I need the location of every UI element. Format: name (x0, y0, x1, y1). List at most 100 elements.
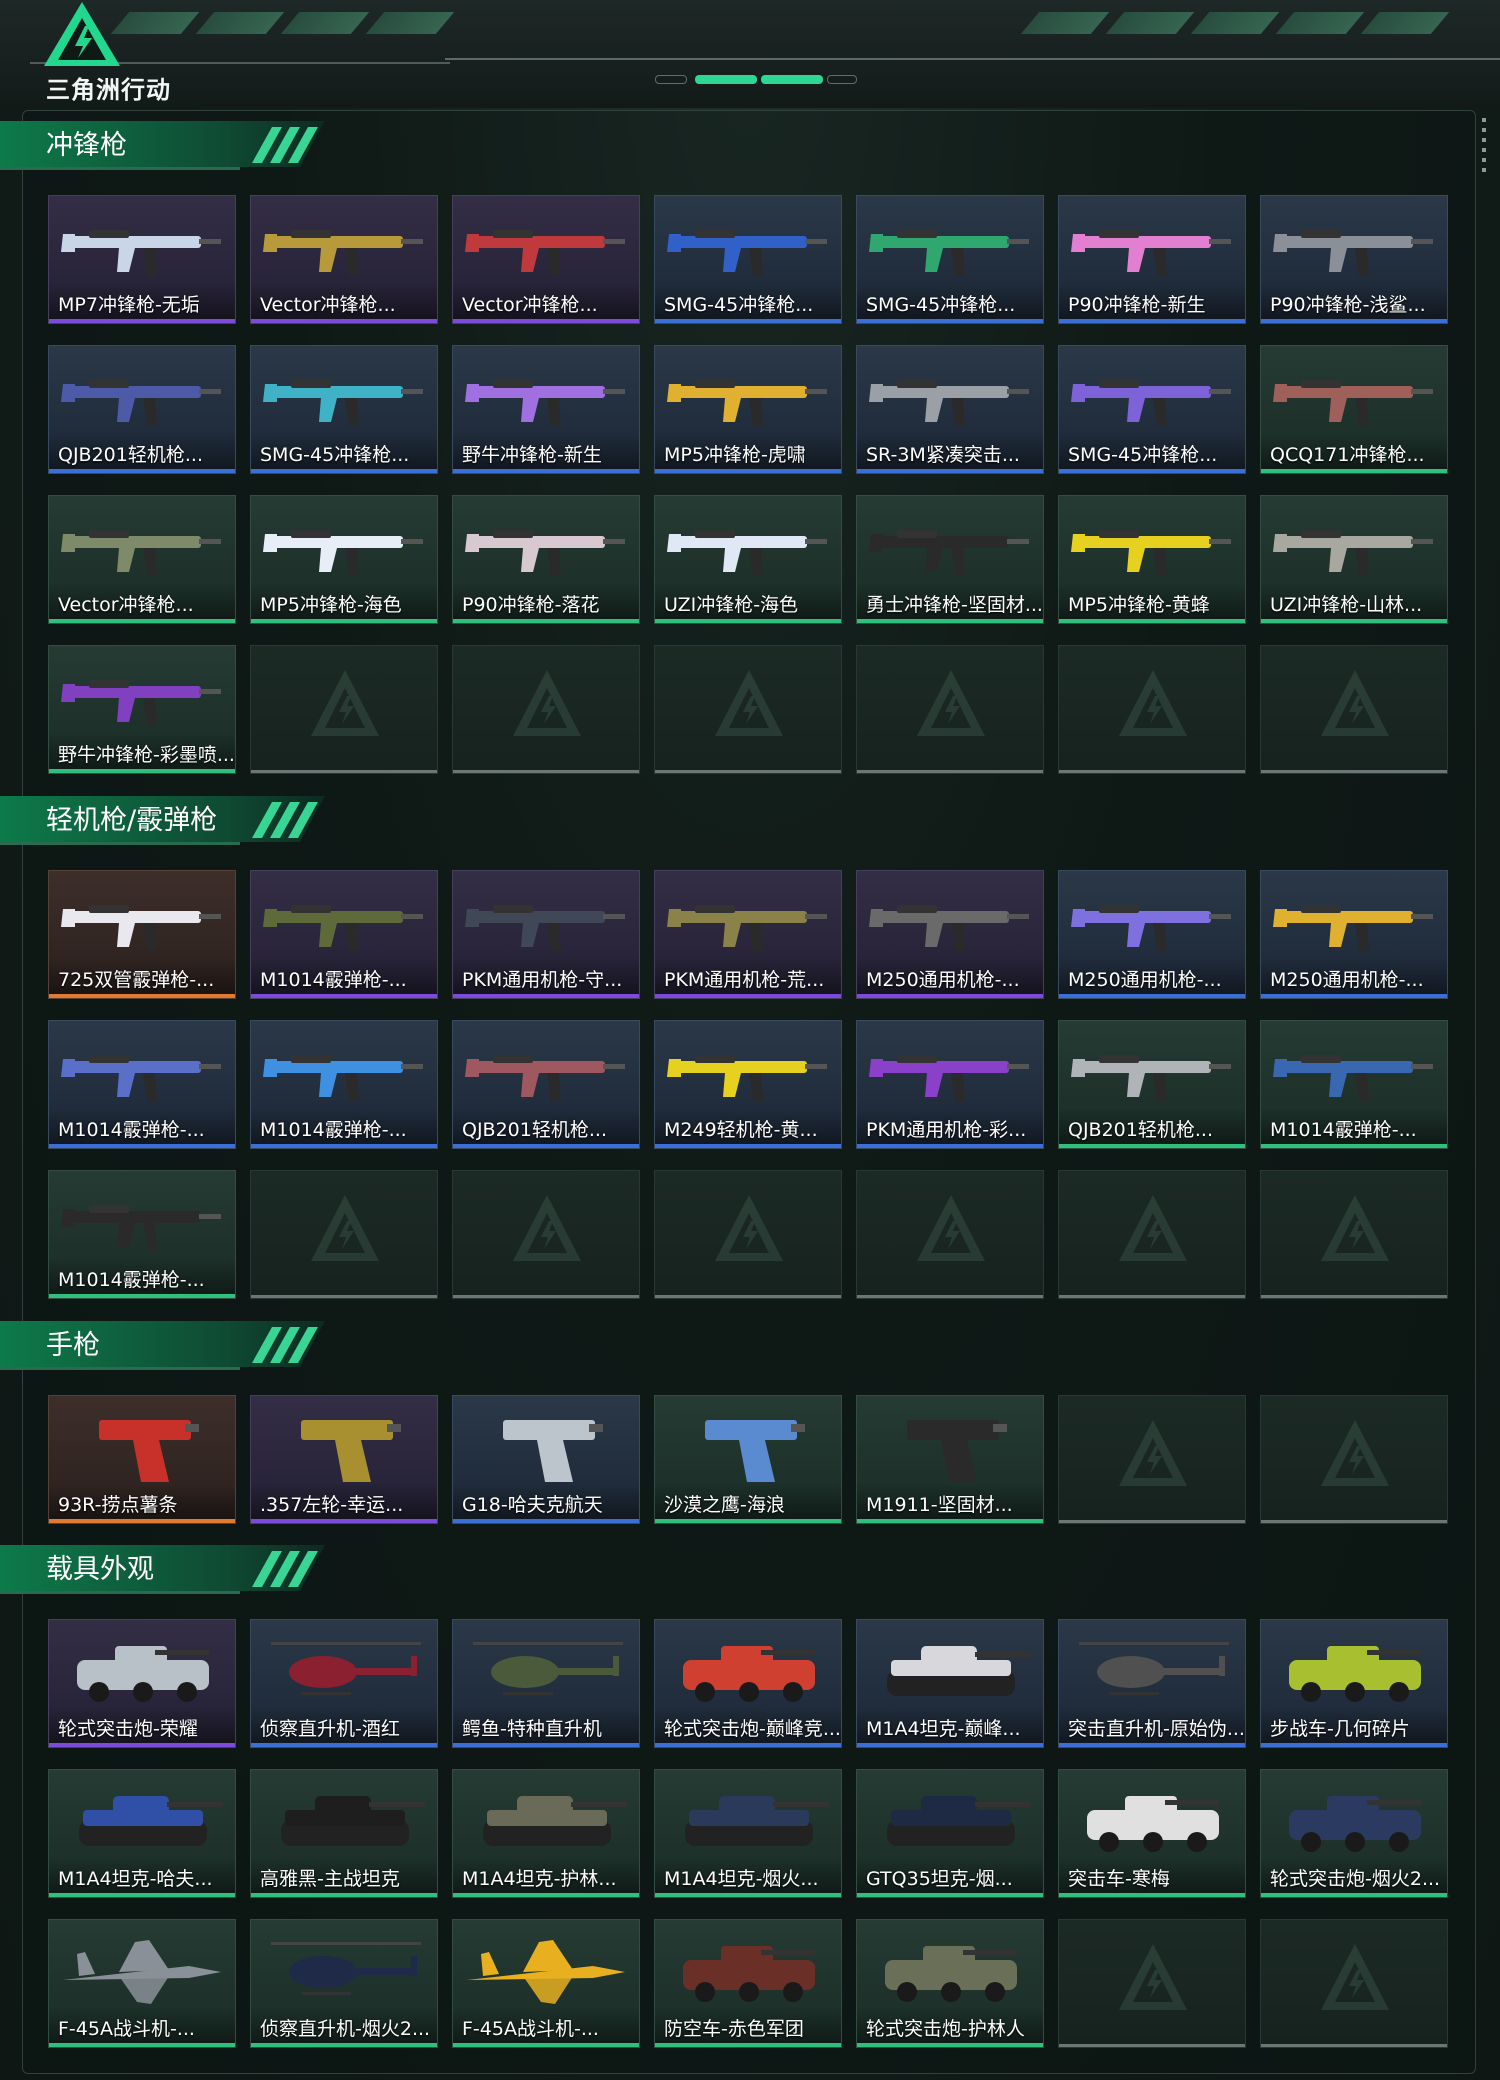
skin-card[interactable]: M249轻机枪-黄... (654, 1020, 842, 1149)
skin-card[interactable]: MP5冲锋枪-海色 (250, 495, 438, 624)
skin-card[interactable]: 轮式突击炮-巅峰竞... (654, 1619, 842, 1748)
tank-skin-icon (887, 1646, 1031, 1696)
skin-card[interactable]: .357左轮-幸运... (250, 1395, 438, 1524)
skin-card[interactable]: F-45A战斗机-... (452, 1919, 640, 2048)
skin-card[interactable]: 防空车-赤色军团 (654, 1919, 842, 2048)
skin-card[interactable]: UZI冲锋枪-山林... (1260, 495, 1448, 624)
empty-skin-slot[interactable] (856, 1170, 1044, 1299)
rarity-bar (1059, 619, 1245, 623)
empty-skin-slot[interactable] (654, 645, 842, 774)
skin-card[interactable]: P90冲锋枪-新生 (1058, 195, 1246, 324)
skin-card[interactable]: 轮式突击炮-护林人 (856, 1919, 1044, 2048)
skin-name: M1A4坦克-巅峰... (866, 1718, 1021, 1740)
skin-card[interactable]: SMG-45冲锋枪... (250, 345, 438, 474)
skin-name: Vector冲锋枪... (260, 294, 396, 316)
skin-card[interactable]: M250通用机枪-... (856, 870, 1044, 999)
skin-card[interactable]: M1014霰弹枪-... (250, 1020, 438, 1149)
skin-card[interactable]: P90冲锋枪-落花 (452, 495, 640, 624)
skin-card[interactable]: MP5冲锋枪-黄蜂 (1058, 495, 1246, 624)
skin-card[interactable]: MP7冲锋枪-无垢 (48, 195, 236, 324)
empty-skin-slot[interactable] (1058, 1170, 1246, 1299)
empty-skin-slot[interactable] (452, 1170, 640, 1299)
skin-card[interactable]: QJB201轻机枪... (48, 345, 236, 474)
skin-card[interactable]: 轮式突击炮-烟火2... (1260, 1769, 1448, 1898)
empty-slot-watermark-icon (1321, 670, 1389, 736)
skin-card[interactable]: Vector冲锋枪... (250, 195, 438, 324)
skin-card[interactable]: SR-3M紧凑突击... (856, 345, 1044, 474)
skin-card[interactable]: M250通用机枪-... (1058, 870, 1246, 999)
skin-card[interactable]: M1014霰弹枪-... (48, 1170, 236, 1299)
skin-card[interactable]: 轮式突击炮-荣耀 (48, 1619, 236, 1748)
skin-card[interactable]: M1A4坦克-烟火... (654, 1769, 842, 1898)
skin-card[interactable]: 93R-捞点薯条 (48, 1395, 236, 1524)
skin-card[interactable]: 鳄鱼-特种直升机 (452, 1619, 640, 1748)
rarity-bar (1261, 2044, 1447, 2047)
skin-card[interactable]: 突击车-寒梅 (1058, 1769, 1246, 1898)
skin-card[interactable]: M1A4坦克-护林... (452, 1769, 640, 1898)
skin-card[interactable]: PKM通用机枪-荒... (654, 870, 842, 999)
skin-card[interactable]: MP5冲锋枪-虎啸 (654, 345, 842, 474)
skin-card[interactable]: Vector冲锋枪... (452, 195, 640, 324)
empty-skin-slot[interactable] (654, 1170, 842, 1299)
skin-card[interactable]: QJB201轻机枪... (1058, 1020, 1246, 1149)
skin-card[interactable]: 野牛冲锋枪-彩墨喷... (48, 645, 236, 774)
skin-card[interactable]: 步战车-几何碎片 (1260, 1619, 1448, 1748)
skin-card[interactable]: M1911-坚固材... (856, 1395, 1044, 1524)
empty-skin-slot[interactable] (856, 645, 1044, 774)
skin-card[interactable]: Vector冲锋枪... (48, 495, 236, 624)
skin-card[interactable]: PKM通用机枪-彩... (856, 1020, 1044, 1149)
skin-card[interactable]: 高雅黑-主战坦克 (250, 1769, 438, 1898)
skin-name: M250通用机枪-... (1068, 969, 1222, 991)
skin-card[interactable]: M1A4坦克-巅峰... (856, 1619, 1044, 1748)
skin-card[interactable]: 勇士冲锋枪-坚固材... (856, 495, 1044, 624)
empty-skin-slot[interactable] (250, 645, 438, 774)
skin-name: PKM通用机枪-彩... (866, 1119, 1027, 1141)
skin-card[interactable]: 侦察直升机-酒红 (250, 1619, 438, 1748)
empty-skin-slot[interactable] (1260, 1170, 1448, 1299)
rarity-bar (1059, 1520, 1245, 1523)
skin-name: 鳄鱼-特种直升机 (462, 1718, 602, 1740)
rarity-bar (1261, 619, 1447, 623)
rarity-bar (251, 1144, 437, 1148)
rarity-bar (453, 619, 639, 623)
empty-slot-watermark-icon (917, 1195, 985, 1261)
skin-card[interactable]: M1014霰弹枪-... (48, 1020, 236, 1149)
empty-skin-slot[interactable] (452, 645, 640, 774)
empty-skin-slot[interactable] (1058, 1395, 1246, 1524)
skin-card[interactable]: 沙漠之鹰-海浪 (654, 1395, 842, 1524)
skin-name: M1014霰弹枪-... (1270, 1119, 1417, 1141)
empty-skin-slot[interactable] (1260, 1919, 1448, 2048)
empty-skin-slot[interactable] (1260, 645, 1448, 774)
skin-card[interactable]: SMG-45冲锋枪... (654, 195, 842, 324)
rarity-bar (857, 319, 1043, 323)
skin-card[interactable]: 突击直升机-原始伪... (1058, 1619, 1246, 1748)
skin-card[interactable]: SMG-45冲锋枪... (1058, 345, 1246, 474)
empty-skin-slot[interactable] (1260, 1395, 1448, 1524)
scrollbar-handle[interactable] (1481, 118, 1487, 178)
skin-card[interactable]: QCQ171冲锋枪... (1260, 345, 1448, 474)
empty-skin-slot[interactable] (250, 1170, 438, 1299)
skin-card[interactable]: M1A4坦克-哈夫... (48, 1769, 236, 1898)
skin-card[interactable]: PKM通用机枪-守... (452, 870, 640, 999)
skin-card[interactable]: QJB201轻机枪... (452, 1020, 640, 1149)
skin-card[interactable]: M1014霰弹枪-... (250, 870, 438, 999)
empty-skin-slot[interactable] (1058, 1919, 1246, 2048)
empty-skin-slot[interactable] (1058, 645, 1246, 774)
skin-card[interactable]: 野牛冲锋枪-新生 (452, 345, 640, 474)
skin-card[interactable]: M250通用机枪-... (1260, 870, 1448, 999)
heli-skin-icon (1079, 1642, 1229, 1695)
skin-card[interactable]: M1014霰弹枪-... (1260, 1020, 1448, 1149)
skin-card[interactable]: 725双管霰弹枪-... (48, 870, 236, 999)
skin-card[interactable]: UZI冲锋枪-海色 (654, 495, 842, 624)
skin-card[interactable]: F-45A战斗机-... (48, 1919, 236, 2048)
skin-card[interactable]: SMG-45冲锋枪... (856, 195, 1044, 324)
rarity-bar (1261, 1144, 1447, 1148)
skin-card[interactable]: 侦察直升机-烟火2... (250, 1919, 438, 2048)
skin-card[interactable]: GTQ35坦克-烟... (856, 1769, 1044, 1898)
rarity-bar (49, 769, 235, 773)
skin-card[interactable]: P90冲锋枪-浅鲨... (1260, 195, 1448, 324)
rarity-bar (655, 1295, 841, 1298)
tank-skin-icon (79, 1796, 223, 1846)
empty-slot-watermark-icon (715, 1195, 783, 1261)
skin-card[interactable]: G18-哈夫克航天 (452, 1395, 640, 1524)
